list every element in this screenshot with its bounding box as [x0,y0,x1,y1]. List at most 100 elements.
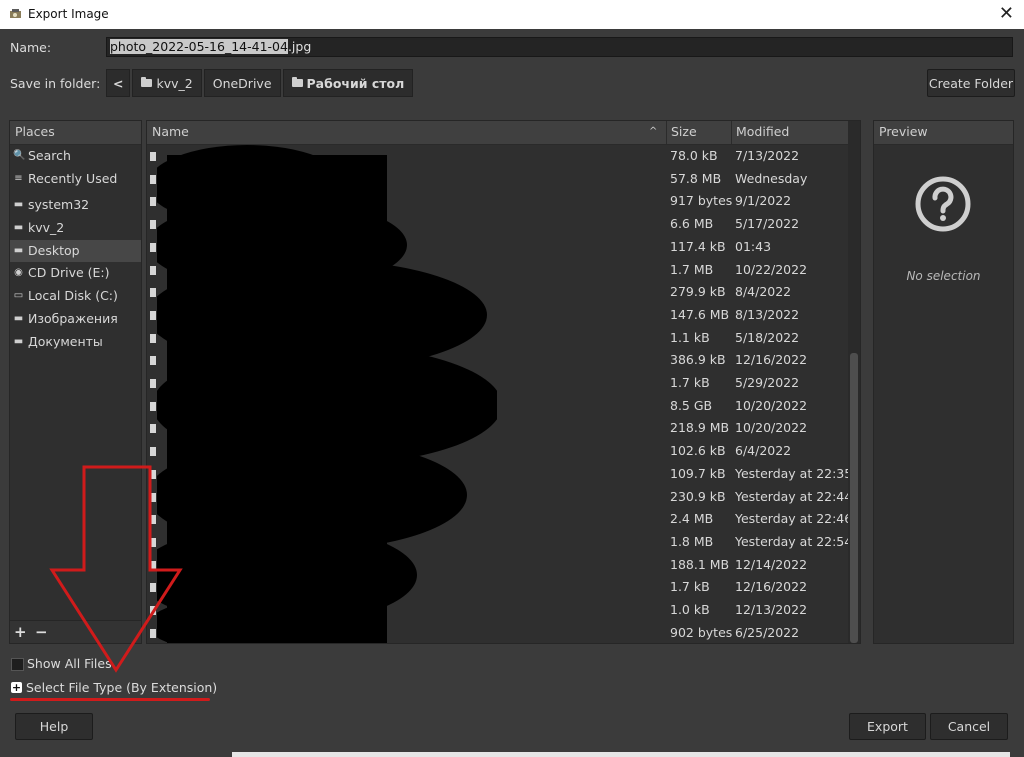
expander-icon[interactable]: + [11,682,22,693]
breadcrumb-kvv2[interactable]: kvv_2 [132,69,202,97]
remove-place-button[interactable]: − [35,623,48,641]
scrollbar-thumb[interactable] [850,353,858,643]
file-modified: Yesterday at 22:44 [735,488,853,504]
sidebar-item-system32[interactable]: ▬ system32 [10,194,141,217]
sidebar-item-local-disk-c-[interactable]: ▭ Local Disk (C:) [10,285,141,308]
sidebar-item-label: CD Drive (E:) [28,265,110,281]
file-size: 230.9 kB [670,488,726,504]
places-list: 🔍 Search ≡ Recently Used ▬ system32 ▬ kvv_2 ▬ Des… [10,145,141,353]
sidebar-item-recently-used[interactable]: ≡ Recently Used [10,168,141,191]
file-modified: Wednesday [735,170,808,186]
name-label: Name: [10,40,52,55]
sidebar-item-kvv-2[interactable]: ▬ kvv_2 [10,217,141,240]
file-size: 102.6 kB [670,443,726,459]
file-size: 917 bytes [670,193,733,209]
file-icon [150,333,156,343]
file-modified: 5/17/2022 [735,216,800,232]
file-icon [150,401,156,411]
file-size: 188.1 MB [670,556,730,572]
column-size-header[interactable]: Size [671,121,697,143]
file-size: 1.7 kB [670,375,710,390]
sidebar-item-label: kvv_2 [28,220,65,236]
folder-icon: ▬ [13,335,24,347]
file-size: 2.4 MB [670,511,714,527]
file-icon [150,447,156,457]
export-button[interactable]: Export [849,713,926,740]
save-in-folder-label: Save in folder: [10,76,101,91]
file-size: 57.8 MB [670,170,722,186]
sidebar-item-документы[interactable]: ▬ Документы [10,331,141,354]
breadcrumb-back-button[interactable]: < [106,69,131,97]
file-modified: 6/4/2022 [735,443,792,459]
folder-icon: ▬ [13,244,24,256]
folder-icon [291,77,303,87]
file-size: 147.6 MB [670,306,730,322]
close-icon[interactable]: ✕ [999,3,1014,24]
file-icon [150,174,156,184]
file-size: 117.4 kB [670,238,726,254]
file-size: 1.7 MB [670,261,714,277]
file-size: 1.8 MB [670,533,714,549]
column-name-header[interactable]: Name [152,121,189,143]
breadcrumb-desktop[interactable]: Рабочий стол [282,69,414,97]
question-icon [915,176,971,232]
help-button[interactable]: Help [15,713,93,740]
file-size: 279.9 kB [670,284,726,300]
folder-icon: ▬ [13,312,24,324]
title-bar: Export Image ✕ [0,0,1024,29]
sidebar-item-изображения[interactable]: ▬ Изображения [10,308,141,331]
select-file-type-expander[interactable]: Select File Type (By Extension) [26,680,217,695]
recent-icon: ≡ [14,172,23,184]
annotation-underline [10,698,210,701]
file-size: 6.6 MB [670,216,714,232]
file-modified: 6/25/2022 [735,624,800,640]
file-size: 386.9 kB [670,352,726,368]
preview-header: Preview [874,121,1013,145]
file-modified: 8/13/2022 [735,306,800,322]
breadcrumb-onedrive[interactable]: OneDrive [203,69,281,97]
places-header: Places [10,121,141,145]
file-modified: 01:43 [735,238,772,254]
show-all-files-checkbox[interactable] [11,658,24,671]
breadcrumb-label: OneDrive [212,75,272,91]
file-modified: 12/13/2022 [735,602,808,617]
file-modified: 12/16/2022 [735,352,808,368]
file-icon [150,356,156,366]
filename-input[interactable]: photo_2022-05-16_14-41-04.jpg [106,37,1013,57]
sort-ascending-icon[interactable]: ^ [649,121,657,143]
file-icon [150,424,156,434]
folder-icon [141,77,153,87]
filename-selected-text: photo_2022-05-16_14-41-04 [110,39,288,54]
file-modified: 10/20/2022 [735,420,808,436]
search-icon: 🔍 [13,150,26,161]
gimp-icon [10,9,21,18]
file-icon [150,379,156,388]
sidebar-item-search[interactable]: 🔍 Search [10,145,141,168]
window-bottom-edge [232,752,1010,757]
sidebar-item-label: Recently Used [28,170,118,186]
file-modified: 9/1/2022 [735,193,792,209]
file-modified: 10/22/2022 [735,261,808,277]
file-icon [150,288,156,298]
preview-panel: Preview No selection [873,120,1014,644]
sidebar-item-label: system32 [28,197,90,213]
breadcrumb: < kvv_2 OneDrive Рабочий стол [106,69,414,97]
create-folder-button[interactable]: Create Folder [927,69,1015,97]
file-list-scrollbar[interactable] [848,121,860,643]
file-size: 902 bytes [670,624,733,640]
breadcrumb-label: Рабочий стол [306,75,405,91]
sidebar-item-desktop[interactable]: ▬ Desktop [10,239,141,263]
filename-extension: .jpg [287,39,312,54]
add-place-button[interactable]: + [14,623,27,641]
file-modified: 12/14/2022 [735,556,808,572]
redaction-blot [157,145,497,643]
sidebar-item-cd-drive-e-[interactable]: ◉ CD Drive (E:) [10,262,141,285]
file-modified: 12/16/2022 [735,579,808,595]
file-icon [150,152,156,161]
file-size: 78.0 kB [670,148,718,163]
cancel-button[interactable]: Cancel [930,713,1008,740]
column-modified-header[interactable]: Modified [736,121,789,143]
file-icon [150,310,156,320]
file-icon [150,220,156,230]
disc-icon: ◉ [14,267,23,279]
